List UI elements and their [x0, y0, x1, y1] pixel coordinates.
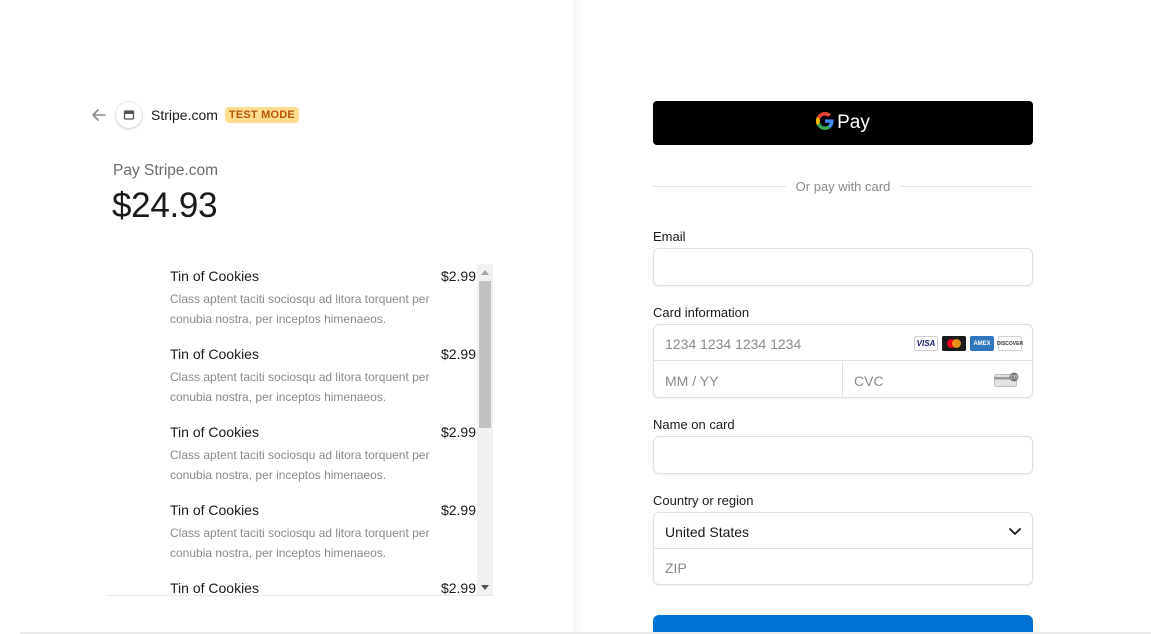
- country-select[interactable]: United States: [654, 513, 1032, 549]
- google-pay-label: Pay: [837, 112, 870, 133]
- google-pay-button[interactable]: Pay: [653, 101, 1033, 145]
- country-selected-value: United States: [665, 524, 750, 540]
- or-divider: Or pay with card: [653, 177, 1033, 195]
- pay-label: Pay Stripe.com: [113, 162, 219, 179]
- chevron-down-icon: [1008, 524, 1022, 538]
- or-pay-with-card-text: Or pay with card: [795, 178, 891, 194]
- item-description: Class aptent taciti sociosqu ad litora t…: [170, 292, 430, 326]
- item-name: Tin of Cookies: [170, 580, 259, 596]
- google-g-icon: [816, 111, 834, 135]
- pane-divider: [573, 0, 585, 634]
- visa-icon: VISA: [914, 336, 938, 351]
- item-description: Class aptent taciti sociosqu ad litora t…: [170, 448, 430, 482]
- item-name: Tin of Cookies: [170, 424, 259, 440]
- total-amount: $24.93: [112, 186, 218, 225]
- card-number-field[interactable]: 1234 1234 1234 1234 VISA AMEX DISCOVER: [654, 325, 1032, 361]
- svg-text:135: 135: [1010, 375, 1018, 380]
- store-icon: [116, 102, 142, 128]
- country-region-group: United States ZIP: [653, 512, 1033, 585]
- name-on-card-field[interactable]: [653, 436, 1033, 474]
- checkout-header: Stripe.com TEST MODE: [90, 102, 299, 128]
- card-information-label: Card information: [653, 305, 750, 320]
- email-label: Email: [653, 229, 686, 244]
- scroll-down-icon[interactable]: [477, 579, 493, 595]
- line-item: Tin of Cookies $2.99 Class aptent taciti…: [170, 342, 476, 420]
- test-mode-badge: TEST MODE: [224, 107, 299, 123]
- cvc-card-icon: 135: [994, 372, 1020, 393]
- email-field[interactable]: [653, 248, 1033, 286]
- item-name: Tin of Cookies: [170, 346, 259, 362]
- merchant-name: Stripe.com: [151, 107, 218, 123]
- card-information-group: 1234 1234 1234 1234 VISA AMEX DISCOVER M…: [653, 324, 1033, 398]
- item-description: Class aptent taciti sociosqu ad litora t…: [170, 370, 430, 404]
- item-price: $2.99: [440, 580, 476, 596]
- expiry-placeholder: MM / YY: [665, 373, 719, 389]
- item-price: $2.99: [440, 502, 476, 518]
- amex-icon: AMEX: [970, 336, 994, 351]
- line-items-list[interactable]: Tin of Cookies $2.99 Class aptent taciti…: [108, 264, 493, 596]
- scroll-up-icon[interactable]: [477, 264, 493, 280]
- arrow-left-icon[interactable]: [90, 106, 108, 124]
- line-item: Tin of Cookies $2.99 Class aptent taciti…: [170, 264, 476, 342]
- zip-placeholder: ZIP: [665, 560, 687, 576]
- scrollbar-thumb[interactable]: [479, 281, 491, 428]
- line-item: Tin of Cookies $2.99 Class aptent taciti…: [170, 420, 476, 498]
- discover-icon: DISCOVER: [997, 336, 1023, 351]
- item-description: Class aptent taciti sociosqu ad litora t…: [170, 526, 430, 560]
- line-item: Tin of Cookies $2.99 Class aptent taciti…: [170, 498, 476, 576]
- item-price: $2.99: [440, 424, 476, 440]
- items-scrollbar[interactable]: [477, 264, 493, 595]
- item-price: $2.99: [440, 268, 476, 284]
- item-name: Tin of Cookies: [170, 502, 259, 518]
- cvc-placeholder: CVC: [854, 373, 884, 389]
- name-on-card-label: Name on card: [653, 417, 735, 432]
- line-item: Tin of Cookies $2.99: [170, 576, 476, 596]
- card-cvc-field[interactable]: CVC 135: [843, 362, 1032, 398]
- zip-field[interactable]: ZIP: [654, 550, 1032, 585]
- card-number-placeholder: 1234 1234 1234 1234: [665, 336, 802, 352]
- country-label: Country or region: [653, 493, 754, 508]
- mastercard-icon: [942, 336, 966, 351]
- item-name: Tin of Cookies: [170, 268, 259, 284]
- card-expiry-field[interactable]: MM / YY: [654, 362, 843, 398]
- item-price: $2.99: [440, 346, 476, 362]
- card-brands: VISA AMEX DISCOVER: [914, 336, 1023, 351]
